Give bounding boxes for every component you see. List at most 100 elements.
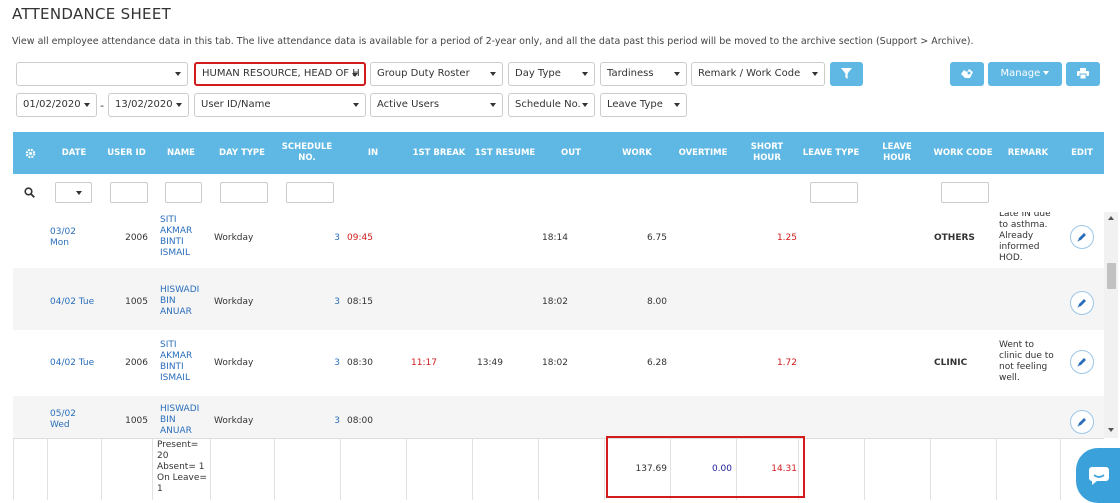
edit-button[interactable] — [1070, 410, 1094, 434]
print-button[interactable] — [1066, 62, 1100, 86]
out-cell: 18:14 — [542, 233, 568, 243]
company-select[interactable] — [16, 62, 188, 86]
name-filter-input[interactable] — [165, 182, 202, 203]
edit-button[interactable] — [1070, 225, 1094, 249]
col-remark: REMARK — [1007, 147, 1049, 158]
col-break: 1ST BREAK — [412, 147, 466, 158]
work-cell: 6.28 — [646, 358, 667, 368]
remark-cell: Went to clinic due to not feeling well. — [999, 340, 1054, 383]
col-leave-hour: LEAVE HOUR — [882, 142, 912, 163]
table-body: 03/02 Mon 2006 SITI AKMAR BINTI ISMAIL W… — [13, 212, 1104, 438]
col-date: DATE — [61, 147, 87, 158]
column-settings-button[interactable] — [13, 132, 47, 174]
schedule-select[interactable]: Schedule No. — [508, 93, 595, 117]
user-id-cell: 1005 — [125, 416, 148, 426]
col-in: IN — [367, 147, 379, 158]
date-cell[interactable]: 05/02 Wed — [50, 409, 90, 431]
chevron-down-icon — [353, 103, 359, 107]
name-cell[interactable]: HISWADI BIN ANUAR — [160, 285, 202, 318]
caret-down-icon — [1043, 71, 1050, 75]
work-cell: 6.75 — [646, 233, 667, 243]
date-cell[interactable]: 04/02 Tue — [50, 297, 94, 308]
filter-icon — [841, 67, 852, 79]
edit-button[interactable] — [1070, 350, 1094, 374]
table-row: 03/02 Mon 2006 SITI AKMAR BINTI ISMAIL W… — [13, 212, 1104, 268]
pencil-icon — [1077, 233, 1086, 242]
manage-button[interactable]: Manage — [988, 62, 1062, 86]
day-type-cell: Workday — [214, 297, 254, 307]
schedule-cell[interactable]: 3 — [313, 233, 340, 244]
out-cell: 18:02 — [542, 358, 568, 368]
remark-code-select[interactable]: Remark / Work Code — [691, 62, 825, 86]
scroll-down-icon[interactable] — [1108, 428, 1114, 432]
gear-icon — [25, 148, 35, 158]
date-filter-select[interactable] — [55, 182, 92, 203]
day-type-select[interactable]: Day Type — [508, 62, 595, 86]
chevron-down-icon — [76, 191, 82, 195]
user-id-cell: 1005 — [125, 297, 148, 307]
pencil-icon — [1077, 418, 1086, 427]
totals-highlight-box — [606, 436, 805, 498]
chat-widget-button[interactable] — [1076, 448, 1120, 503]
name-cell[interactable]: HISWADI BIN ANUAR — [160, 404, 202, 437]
chevron-down-icon — [582, 103, 588, 107]
search-icon — [24, 187, 35, 198]
edit-button[interactable] — [1070, 291, 1094, 315]
chevron-down-icon — [175, 72, 181, 76]
in-cell: 08:00 — [347, 416, 373, 426]
date-cell[interactable]: 04/02 Tue — [50, 358, 94, 369]
scroll-up-icon[interactable] — [1108, 216, 1114, 220]
col-work: WORK — [622, 147, 652, 158]
attendance-counts: Present= 20 Absent= 1 On Leave= 1 — [157, 440, 207, 494]
table-row: 04/02 Tue 2006 SITI AKMAR BINTI ISMAIL W… — [13, 330, 1104, 396]
in-cell: 08:15 — [347, 297, 373, 307]
date-from-select[interactable]: 01/02/2020 — [16, 93, 97, 117]
schedule-cell[interactable]: 3 — [313, 358, 340, 369]
leave-type-filter-input[interactable] — [810, 182, 858, 203]
department-select[interactable]: HUMAN RESOURCE, HEAD OF H — [194, 62, 366, 86]
col-overtime: OVERTIME — [678, 147, 728, 158]
summary-row: Present= 20 Absent= 1 On Leave= 1 137.69… — [13, 438, 1104, 500]
col-name: NAME — [167, 147, 195, 158]
date-separator: - — [100, 99, 104, 112]
name-cell[interactable]: SITI AKMAR BINTI ISMAIL — [160, 215, 200, 259]
col-user-id: USER ID — [107, 147, 146, 158]
tardiness-select[interactable]: Tardiness — [600, 62, 687, 86]
date-to-select[interactable]: 13/02/2020 — [108, 93, 189, 117]
chevron-down-icon — [674, 72, 680, 76]
work-cell: 8.00 — [646, 297, 667, 307]
col-resume: 1ST RESUME — [474, 147, 536, 158]
in-cell: 09:45 — [347, 233, 373, 243]
schedule-cell[interactable]: 3 — [313, 416, 340, 427]
chevron-down-icon — [352, 73, 358, 77]
schedule-filter-input[interactable] — [286, 182, 334, 203]
table-row: 04/02 Tue 1005 HISWADI BIN ANUAR Workday… — [13, 268, 1104, 330]
resume-cell: 13:49 — [477, 358, 503, 368]
day-type-cell: Workday — [214, 358, 254, 368]
date-cell[interactable]: 03/02 Mon — [50, 227, 90, 249]
user-status-select[interactable]: Active Users — [370, 93, 503, 117]
settings-button[interactable] — [950, 62, 984, 86]
day-type-filter-input[interactable] — [220, 182, 268, 203]
user-id-cell: 2006 — [125, 358, 148, 368]
group-select[interactable]: Group Duty Roster — [370, 62, 503, 86]
leave-type-select[interactable]: Leave Type — [600, 93, 687, 117]
schedule-cell[interactable]: 3 — [313, 297, 340, 308]
filter-button[interactable] — [830, 62, 863, 86]
name-cell[interactable]: SITI AKMAR BINTI ISMAIL — [160, 340, 200, 384]
user-id-filter-input[interactable] — [110, 182, 148, 203]
chevron-down-icon — [176, 103, 182, 107]
chat-icon — [1089, 467, 1109, 485]
col-short-hour: SHORT HOUR — [750, 142, 784, 163]
work-code-filter-input[interactable] — [941, 182, 989, 203]
day-type-cell: Workday — [214, 416, 254, 426]
user-select[interactable]: User ID/Name — [194, 93, 366, 117]
table-header: DATE USER ID NAME DAY TYPE SCHEDULE NO. … — [13, 132, 1104, 174]
work-code-cell: OTHERS — [934, 233, 975, 243]
table-scrollbar[interactable] — [1104, 212, 1118, 438]
out-cell: 18:02 — [542, 297, 568, 307]
scrollbar-thumb[interactable] — [1107, 263, 1116, 289]
page-title: ATTENDANCE SHEET — [12, 5, 172, 23]
chevron-down-icon — [490, 72, 496, 76]
chevron-down-icon — [84, 103, 90, 107]
